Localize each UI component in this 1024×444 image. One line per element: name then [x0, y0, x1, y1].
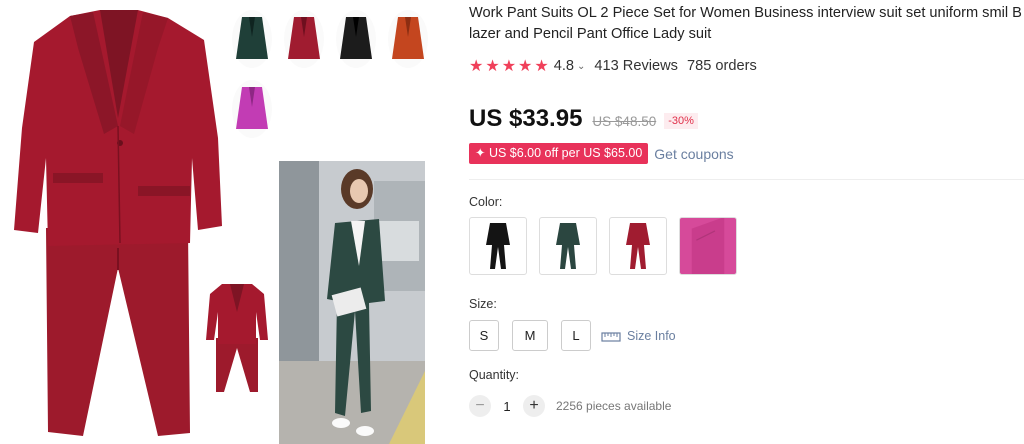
thumbnail-rust[interactable]: [388, 10, 428, 68]
reviews-link[interactable]: 413 Reviews: [594, 58, 678, 74]
discount-badge: -30%: [664, 113, 698, 129]
thumbnail-magenta[interactable]: [232, 80, 272, 138]
star-icon: ★: [501, 58, 517, 75]
model-photo: [279, 161, 425, 444]
color-option-black[interactable]: [469, 217, 527, 275]
rating-value[interactable]: 4.8: [554, 58, 574, 74]
size-option-m[interactable]: M: [512, 320, 548, 351]
quantity-stepper: − 1 + 2256 pieces available: [469, 395, 1024, 417]
quantity-value[interactable]: 1: [491, 399, 523, 414]
rating-row: ★ ★ ★ ★ ★ 4.8 ⌄ 413 Reviews 785 orders: [469, 57, 1024, 75]
orders-count: 785 orders: [686, 58, 757, 74]
product-title: Work Pant Suits OL 2 Piece Set for Women…: [469, 5, 1022, 42]
size-info-label: Size Info: [627, 328, 676, 343]
color-options: [469, 217, 1024, 275]
quantity-label: Quantity:: [469, 368, 520, 382]
product-info: Work Pant Suits OL 2 Piece Set for Women…: [469, 0, 1024, 417]
quantity-increase-button[interactable]: +: [523, 395, 545, 417]
thumbnail-black[interactable]: [336, 10, 376, 68]
thumbnail-green[interactable]: [232, 10, 272, 68]
star-icon: ★: [469, 58, 484, 75]
current-price: US $33.95: [469, 105, 583, 132]
price-row: US $33.95 US $48.50 -30%: [469, 105, 1024, 133]
available-stock: 2256 pieces available: [556, 399, 672, 413]
size-label: Size:: [469, 297, 497, 311]
coupon-badge[interactable]: ✦ US $6.00 off per US $65.00: [469, 143, 649, 164]
star-icon: ★: [485, 58, 500, 75]
main-product-image: [8, 8, 228, 438]
color-option-burgundy[interactable]: [609, 217, 667, 275]
star-rating: ★ ★ ★ ★ ★: [469, 56, 549, 76]
star-icon: ★: [534, 58, 549, 75]
chevron-down-icon[interactable]: ⌄: [577, 61, 585, 72]
thumbnail-row-2: [232, 80, 272, 138]
star-icon: ★: [518, 58, 533, 75]
size-info-link[interactable]: Size Info: [601, 329, 676, 343]
small-suit-image: [204, 282, 270, 394]
size-options: S M L Size Info: [469, 320, 1024, 351]
thumbnail-burgundy[interactable]: [284, 10, 324, 68]
color-option-magenta[interactable]: [679, 217, 737, 275]
coupon-row: ✦ US $6.00 off per US $65.00 Get coupons: [469, 143, 1024, 164]
quantity-decrease-button[interactable]: −: [469, 395, 491, 417]
color-label: Color:: [469, 195, 503, 209]
size-option-l[interactable]: L: [561, 320, 591, 351]
size-option-s[interactable]: S: [469, 320, 499, 351]
color-option-dark-green[interactable]: [539, 217, 597, 275]
original-price: US $48.50: [592, 114, 657, 129]
get-coupons-link[interactable]: Get coupons: [654, 146, 733, 162]
divider: [469, 179, 1024, 180]
ruler-icon: [601, 331, 621, 342]
thumbnail-row: [232, 10, 428, 68]
